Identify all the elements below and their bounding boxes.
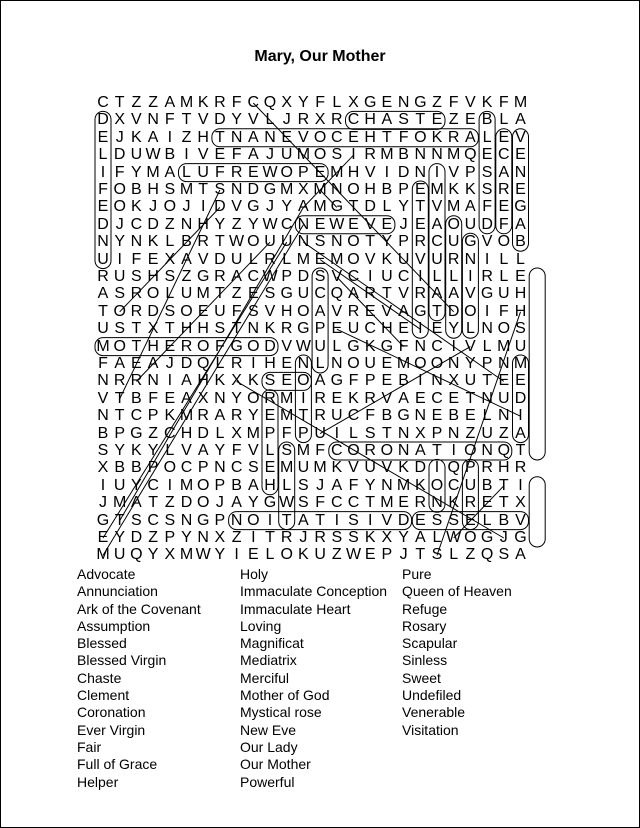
word-list-item: Annunciation: [77, 583, 158, 600]
word-list-item: Refuge: [402, 600, 448, 617]
word-list-item: Pure: [402, 566, 432, 582]
word-list-item: Sinless: [402, 652, 448, 669]
grid-letter: A: [515, 215, 526, 233]
grid-letter: H: [514, 285, 527, 303]
word-list-item: Holy: [240, 566, 269, 582]
grid-letter: M: [513, 355, 528, 372]
grid-letter: V: [515, 128, 526, 146]
word-list-item: Mediatrix: [240, 652, 297, 669]
word-list-item: Mother of God: [240, 687, 330, 704]
grid-letter: G: [514, 198, 527, 216]
grid-letter: S: [515, 320, 526, 338]
word-list-column-1: Advocate Annunciation Ark of the Covenant A…: [77, 566, 201, 791]
grid-letter: A: [515, 111, 526, 129]
word-list-item: Immaculate Heart: [240, 600, 351, 617]
word-list-item: Sweet: [402, 669, 441, 686]
word-list-item: Chaste: [77, 669, 122, 686]
grid-letter: B: [515, 233, 526, 251]
word-list-item: Powerful: [240, 773, 295, 790]
word-list-item: Undefiled: [402, 687, 462, 704]
grid-letter: I: [518, 476, 523, 494]
grid-letter: U: [514, 337, 527, 355]
letter-grid: CTZZAMKRFCQXYFLXGENGZFVKFMDXVNFTVDYVLJRX…: [0, 0, 640, 564]
word-list-item: Blessed: [77, 635, 127, 652]
grid-letter: X: [515, 494, 526, 512]
word-list-item: Blessed Virgin: [77, 652, 167, 669]
grid-letter: V: [515, 511, 526, 529]
grid-letter: A: [515, 546, 526, 564]
word-list-item: Advocate: [77, 566, 136, 582]
grid-letter: E: [515, 181, 526, 198]
word-list-item: Ark of the Covenant: [77, 600, 201, 617]
grid-letter: A: [515, 424, 526, 442]
word-list-item: Loving: [240, 617, 282, 634]
word-list-item: Clement: [77, 687, 130, 704]
word-list-item: Our Lady: [240, 738, 298, 755]
grid-letter: E: [515, 146, 526, 164]
word-list-item: Queen of Heaven: [402, 583, 512, 600]
word-list-item: Fair: [77, 738, 102, 755]
word-list-item: Ever Virgin: [77, 721, 146, 738]
word-list-item: Merciful: [240, 669, 290, 686]
word-list-item: Rosary: [402, 617, 447, 634]
grid-letter: G: [514, 529, 527, 546]
grid-letter: M: [513, 94, 528, 111]
word-list-column-3: Pure Queen of Heaven Refuge Rosary Scapular S…: [402, 566, 512, 739]
word-list-item: Venerable: [402, 704, 466, 721]
word-list-item: Visitation: [402, 721, 459, 738]
word-list-item: Immaculate Conception: [240, 583, 388, 600]
word-list-column-2: Holy Immaculate Conception Immaculate Hear…: [240, 566, 387, 791]
grid-letter: H: [514, 302, 527, 320]
grid-letter: E: [515, 268, 526, 285]
word-list-item: Full of Grace: [77, 756, 158, 773]
word-list-item: Magnificat: [240, 635, 304, 652]
word-list-item: Assumption: [77, 617, 151, 634]
word-list-item: Our Mother: [240, 756, 311, 773]
grid-letter: T: [515, 442, 526, 459]
word-list-item: Coronation: [77, 704, 146, 721]
grid-letter: L: [516, 250, 525, 268]
grid-letter: E: [515, 372, 526, 390]
grid-letter: N: [514, 163, 527, 181]
grid-letter: I: [518, 407, 523, 425]
word-list-item: Scapular: [402, 635, 458, 652]
grid-letter: D: [514, 389, 527, 407]
word-list-item: New Eve: [240, 721, 297, 738]
word-list-item: Mystical rose: [240, 704, 322, 721]
grid-letter: R: [514, 459, 527, 477]
word-list-item: Helper: [77, 773, 119, 790]
